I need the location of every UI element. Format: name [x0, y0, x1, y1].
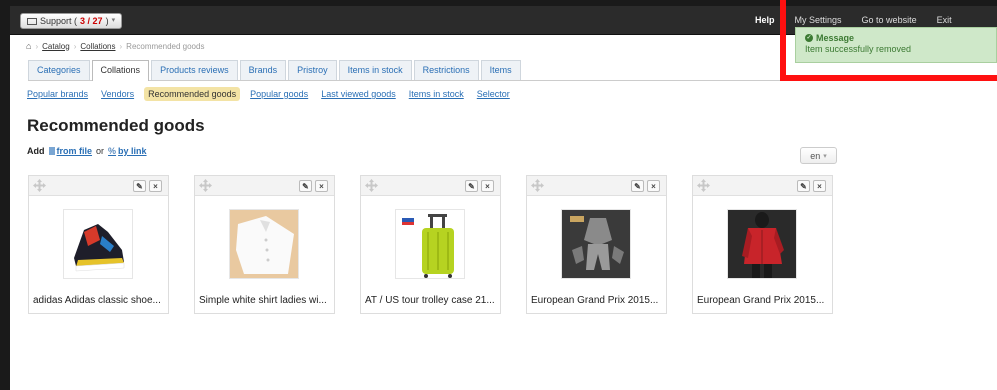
toast-message: Item successfully removed [805, 44, 912, 54]
card-header: ✎ × [195, 176, 334, 196]
product-card: ✎ × European Grand Prix 2015... [692, 175, 833, 314]
product-title[interactable]: Simple white shirt ladies wi... [199, 295, 333, 306]
file-icon [48, 147, 55, 155]
move-icon[interactable] [697, 179, 710, 192]
breadcrumb-separator: › [35, 41, 39, 51]
subnav-recommended-goods[interactable]: Recommended goods [144, 87, 241, 101]
breadcrumb: ⌂ › Catalog › Collations › Recommended g… [26, 41, 204, 51]
product-image [229, 209, 299, 279]
breadcrumb-separator: › [73, 41, 77, 51]
add-from-file-link[interactable]: from file [48, 146, 93, 156]
product-image [727, 209, 797, 279]
language-value: en [810, 150, 821, 161]
product-card: ✎ × adidas Adidas classic shoe... [28, 175, 169, 314]
subnav-vendors[interactable]: Vendors [98, 87, 137, 101]
tab-pristroy[interactable]: Pristroy [288, 60, 337, 80]
subnav-selector[interactable]: Selector [474, 87, 513, 101]
product-card: ✎ × European Grand Prix 2015... [526, 175, 667, 314]
tab-bar: Categories Collations Products reviews B… [28, 60, 838, 81]
breadcrumb-catalog[interactable]: Catalog [42, 42, 70, 51]
product-image [395, 209, 465, 279]
delete-button[interactable]: × [315, 180, 328, 192]
page-title: Recommended goods [27, 116, 205, 135]
product-image [561, 209, 631, 279]
tab-collations[interactable]: Collations [91, 60, 150, 81]
tab-items[interactable]: Items [480, 60, 521, 80]
product-card: ✎ × Simple white shirt ladies wi... [194, 175, 335, 314]
product-title[interactable]: adidas Adidas classic shoe... [33, 295, 167, 306]
card-header: ✎ × [361, 176, 500, 196]
from-file-label: from file [56, 146, 93, 156]
breadcrumb-current: Recommended goods [126, 41, 205, 51]
product-title[interactable]: AT / US tour trolley case 21... [365, 295, 499, 306]
main-content: ⌂ › Catalog › Collations › Recommended g… [10, 35, 997, 390]
chevron-down-icon: ▾ [111, 17, 116, 24]
product-title[interactable]: European Grand Prix 2015... [697, 295, 831, 306]
move-icon[interactable] [33, 179, 46, 192]
subnav-popular-goods[interactable]: Popular goods [247, 87, 311, 101]
link-icon: % [108, 146, 117, 156]
move-icon[interactable] [365, 179, 378, 192]
card-header: ✎ × [693, 176, 832, 196]
mail-icon [27, 17, 37, 25]
add-row: Add from file or % by link [27, 146, 147, 156]
tab-products-reviews[interactable]: Products reviews [151, 60, 238, 80]
support-button[interactable]: Support (3 / 27) ▾ [20, 13, 123, 29]
edit-button[interactable]: ✎ [465, 180, 478, 192]
toast-title: ✓ Message [805, 33, 987, 43]
support-close: ) [105, 16, 109, 26]
delete-button[interactable]: × [813, 180, 826, 192]
breadcrumb-collations[interactable]: Collations [80, 42, 115, 51]
move-icon[interactable] [199, 179, 212, 192]
add-label: Add [27, 146, 45, 156]
window-frame-left [0, 0, 10, 390]
edit-button[interactable]: ✎ [797, 180, 810, 192]
product-image [63, 209, 133, 279]
support-count: 3 / 27 [80, 16, 103, 26]
home-icon[interactable]: ⌂ [26, 41, 31, 51]
subnav-last-viewed-goods[interactable]: Last viewed goods [318, 87, 399, 101]
card-header: ✎ × [29, 176, 168, 196]
delete-button[interactable]: × [149, 180, 162, 192]
toast-title-text: Message [816, 33, 855, 43]
tab-categories[interactable]: Categories [28, 60, 90, 80]
delete-button[interactable]: × [647, 180, 660, 192]
support-label: Support ( [40, 16, 78, 26]
subnav-items-in-stock[interactable]: Items in stock [406, 87, 467, 101]
breadcrumb-separator: › [119, 41, 123, 51]
sub-navigation: Popular brands Vendors Recommended goods… [24, 87, 513, 101]
tab-items-in-stock[interactable]: Items in stock [338, 60, 412, 80]
edit-button[interactable]: ✎ [133, 180, 146, 192]
chevron-down-icon: ▾ [823, 152, 827, 160]
tab-brands[interactable]: Brands [239, 60, 287, 80]
edit-button[interactable]: ✎ [299, 180, 312, 192]
help-link[interactable]: Help [755, 15, 775, 25]
check-circle-icon: ✓ [805, 34, 813, 42]
language-select[interactable]: en ▾ [800, 147, 837, 164]
or-label: or [96, 146, 105, 156]
add-by-link-link[interactable]: % by link [108, 146, 147, 156]
by-link-label: by link [118, 146, 147, 156]
delete-button[interactable]: × [481, 180, 494, 192]
product-card: ✎ × AT / US tour trolley case 21... [360, 175, 501, 314]
subnav-popular-brands[interactable]: Popular brands [24, 87, 91, 101]
tab-restrictions[interactable]: Restrictions [413, 60, 479, 80]
card-header: ✎ × [527, 176, 666, 196]
notification-toast[interactable]: ✓ Message Item successfully removed [795, 27, 997, 63]
edit-button[interactable]: ✎ [631, 180, 644, 192]
move-icon[interactable] [531, 179, 544, 192]
product-title[interactable]: European Grand Prix 2015... [531, 295, 665, 306]
